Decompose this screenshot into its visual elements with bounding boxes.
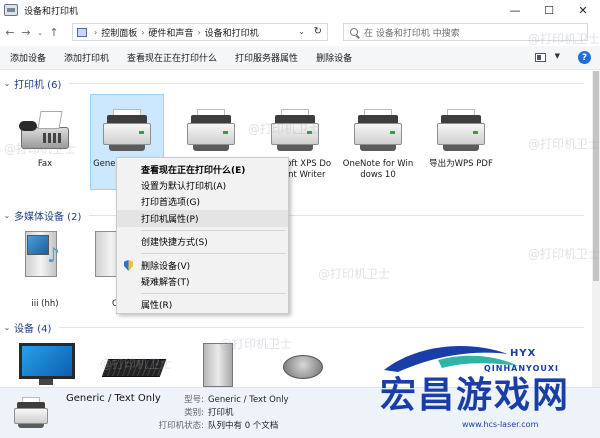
keyboard-icon bbox=[101, 339, 167, 387]
breadcrumb-hardware-sound[interactable]: 硬件和声音 bbox=[148, 26, 193, 39]
minimize-button[interactable]: — bbox=[498, 0, 532, 20]
media-label: iii (hh) bbox=[31, 299, 59, 309]
media-section-header[interactable]: ⌄ 多媒体设备 (2) bbox=[0, 208, 592, 223]
devices-section-header[interactable]: ⌄ 设备 (4) bbox=[0, 320, 592, 335]
detail-category: 类别: 打印机 bbox=[152, 406, 234, 418]
forward-button[interactable]: → bbox=[18, 24, 34, 42]
printer-icon bbox=[433, 107, 489, 155]
detail-model: 型号: Generic / Text Only bbox=[152, 393, 289, 405]
printer-label: 导出为WPS PDF bbox=[429, 159, 493, 169]
brand-url: www.hcs-laser.com bbox=[462, 420, 539, 429]
control-panel-icon bbox=[77, 27, 87, 37]
maximize-button[interactable]: ☐ bbox=[532, 0, 566, 20]
device-item-computer[interactable] bbox=[180, 339, 254, 387]
up-button[interactable]: ↑ bbox=[46, 24, 62, 42]
breadcrumb-separator-icon: › bbox=[141, 27, 145, 37]
recent-locations-button[interactable]: ⌄ bbox=[34, 24, 46, 42]
media-section-title: 多媒体设备 (2) bbox=[14, 211, 82, 223]
detail-status: 打印机状态: 队列中有 0 个文档 bbox=[152, 419, 279, 431]
change-view-icon[interactable] bbox=[535, 53, 546, 62]
monitor-icon bbox=[17, 339, 75, 387]
printer-icon bbox=[267, 107, 323, 155]
close-button[interactable]: ✕ bbox=[566, 0, 600, 20]
section-divider bbox=[69, 82, 584, 84]
menu-item-set-default-printer[interactable]: 设置为默认打印机(A) bbox=[117, 177, 288, 193]
chevron-down-icon[interactable]: ⌄ bbox=[2, 323, 12, 332]
mouse-icon bbox=[275, 339, 331, 387]
breadcrumb-devices-printers[interactable]: 设备和打印机 bbox=[205, 26, 259, 39]
brand-name: 宏昌游戏网 bbox=[380, 375, 571, 416]
printers-section-title: 打印机 (6) bbox=[14, 79, 62, 91]
menu-item-create-shortcut[interactable]: 创建快捷方式(S) bbox=[117, 234, 288, 250]
device-item-mouse[interactable] bbox=[266, 339, 340, 387]
shield-icon bbox=[124, 259, 133, 271]
search-placeholder: 在 设备和打印机 中搜索 bbox=[364, 28, 460, 39]
menu-item-printer-properties[interactable]: 打印机属性(P) bbox=[117, 210, 288, 227]
menu-item-see-whats-printing[interactable]: 查看现在正在打印什么(E) bbox=[117, 161, 288, 177]
window-title: 设备和打印机 bbox=[24, 6, 79, 17]
address-bar[interactable]: › 控制面板 › 硬件和声音 › 设备和打印机 ⌄ ↻ bbox=[72, 23, 328, 41]
add-device-button[interactable]: 添加设备 bbox=[0, 51, 55, 64]
help-icon[interactable]: ? bbox=[578, 51, 591, 64]
menu-separator bbox=[141, 252, 286, 254]
fax-icon bbox=[17, 107, 73, 155]
brand-subtitle: QINHANYOUXI bbox=[484, 364, 560, 373]
menu-item-properties[interactable]: 属性(R) bbox=[117, 297, 288, 313]
chevron-down-icon[interactable]: ⌄ bbox=[2, 211, 12, 220]
devices-section-title: 设备 (4) bbox=[14, 323, 52, 335]
remove-device-button[interactable]: 删除设备 bbox=[307, 51, 361, 64]
detail-value: 队列中有 0 个文档 bbox=[208, 421, 279, 431]
section-divider bbox=[59, 326, 584, 328]
search-icon bbox=[350, 28, 358, 36]
detail-key: 类别: bbox=[184, 408, 204, 418]
menu-item-label: 删除设备(V) bbox=[141, 261, 191, 272]
detail-value: Generic / Text Only bbox=[208, 395, 289, 405]
media-item-iii[interactable]: ♪ iii (hh) bbox=[8, 229, 82, 310]
printer-item-wps-pdf[interactable]: 导出为WPS PDF bbox=[424, 107, 498, 170]
scrollbar-thumb[interactable] bbox=[593, 71, 599, 281]
menu-item-troubleshoot[interactable]: 疑难解答(T) bbox=[117, 273, 288, 289]
add-printer-button[interactable]: 添加打印机 bbox=[55, 51, 118, 64]
menu-separator bbox=[141, 229, 286, 231]
device-item-keyboard[interactable] bbox=[94, 339, 168, 387]
breadcrumb-control-panel[interactable]: 控制面板 bbox=[101, 26, 137, 39]
breadcrumb-separator-icon: › bbox=[197, 27, 201, 37]
detail-key: 型号: bbox=[184, 395, 204, 405]
brand-mark: HYX bbox=[510, 348, 537, 359]
printer-icon bbox=[99, 107, 155, 155]
see-whats-printing-button[interactable]: 查看现在正在打印什么 bbox=[118, 51, 226, 64]
title-bar: 设备和打印机 — ☐ ✕ bbox=[0, 0, 600, 20]
selected-device-name: Generic / Text Only bbox=[66, 393, 161, 404]
view-options-chevron-icon[interactable]: ▼ bbox=[555, 52, 560, 60]
printer-label: Fax bbox=[37, 159, 53, 169]
chevron-down-icon[interactable]: ⌄ bbox=[298, 27, 305, 36]
printer-item-fax[interactable]: Fax bbox=[8, 107, 82, 170]
print-server-properties-button[interactable]: 打印服务器属性 bbox=[226, 51, 307, 64]
menu-item-remove-device[interactable]: 删除设备(V) bbox=[117, 257, 288, 273]
printers-section-header[interactable]: ⌄ 打印机 (6) bbox=[0, 76, 592, 91]
breadcrumb-separator-icon: › bbox=[94, 27, 98, 37]
refresh-icon[interactable]: ↻ bbox=[314, 26, 322, 37]
printer-icon bbox=[183, 107, 239, 155]
vertical-scrollbar[interactable] bbox=[592, 71, 600, 387]
media-device-icon: ♪ bbox=[17, 229, 73, 277]
menu-separator bbox=[141, 292, 286, 294]
detail-value: 打印机 bbox=[208, 408, 234, 418]
context-menu: 查看现在正在打印什么(E) 设置为默认打印机(A) 打印首选项(G) 打印机属性… bbox=[116, 157, 289, 314]
printer-icon bbox=[12, 394, 52, 434]
chevron-down-icon[interactable]: ⌄ bbox=[2, 79, 12, 88]
detail-key: 打印机状态: bbox=[158, 421, 204, 431]
menu-item-printing-preferences[interactable]: 打印首选项(G) bbox=[117, 194, 288, 210]
command-bar: 添加设备 添加打印机 查看现在正在打印什么 打印服务器属性 删除设备 ▼ ? bbox=[0, 46, 600, 70]
devices-printers-app-icon bbox=[4, 4, 18, 16]
search-input[interactable]: 在 设备和打印机 中搜索 bbox=[343, 23, 588, 41]
device-item-monitor[interactable] bbox=[8, 339, 82, 387]
printer-item-onenote[interactable]: OneNote for Windows 10 bbox=[341, 107, 415, 181]
navigation-row: ← → ⌄ ↑ › 控制面板 › 硬件和声音 › 设备和打印机 ⌄ ↻ 在 设备… bbox=[0, 21, 600, 44]
window-controls: — ☐ ✕ bbox=[498, 0, 600, 20]
computer-tower-icon bbox=[189, 339, 245, 387]
printer-icon bbox=[350, 107, 406, 155]
printer-label: OneNote for Windows 10 bbox=[342, 159, 414, 180]
back-button[interactable]: ← bbox=[2, 24, 18, 42]
